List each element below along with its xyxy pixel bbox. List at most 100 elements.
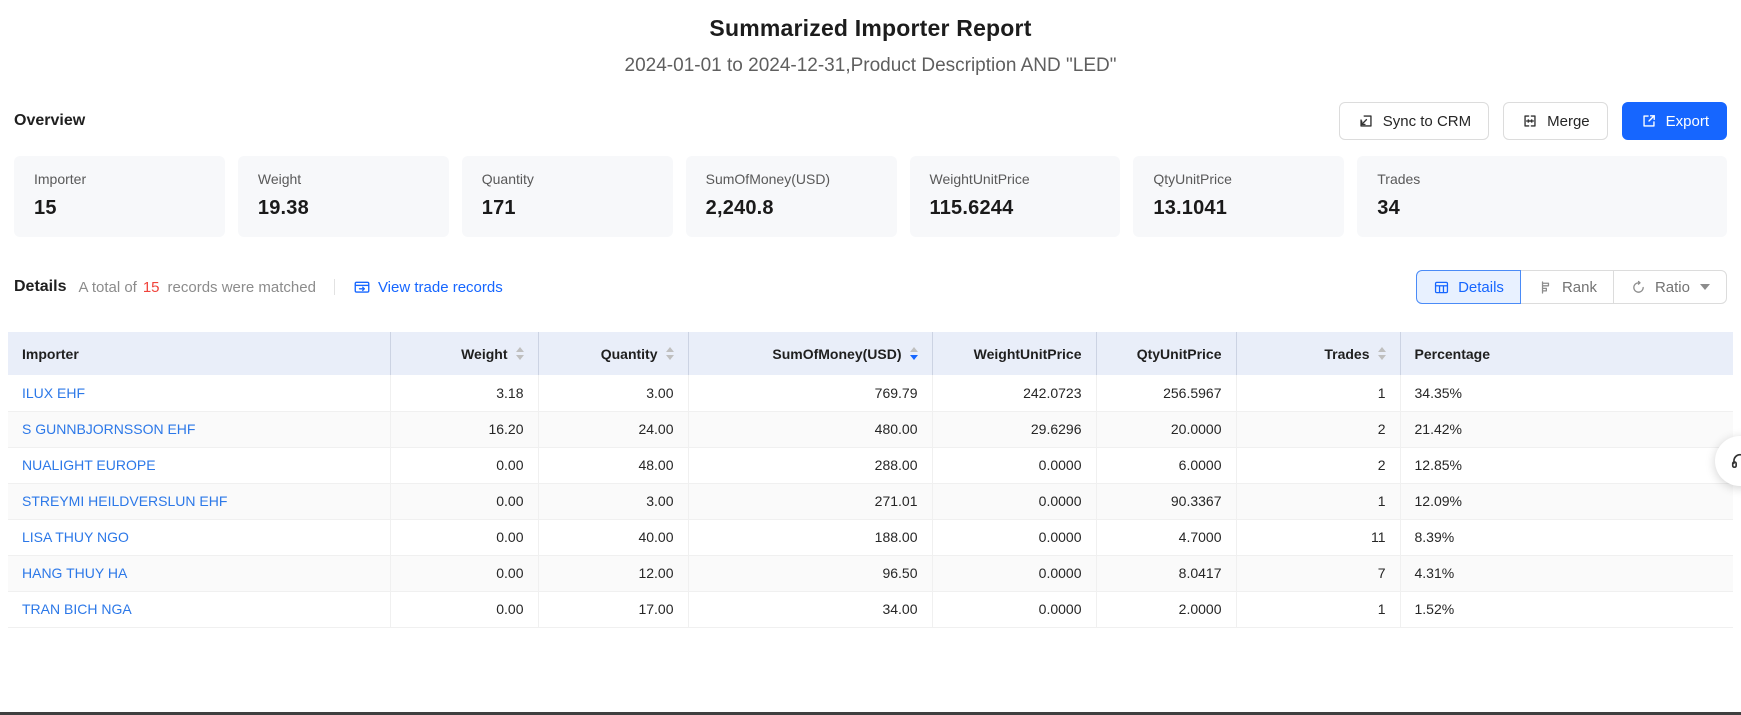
- stat-value: 19.38: [258, 197, 429, 220]
- export-label: Export: [1666, 113, 1709, 130]
- details-title: Details: [14, 278, 66, 296]
- stat-value: 171: [482, 197, 653, 220]
- cell-weightunitprice: 0.0000: [932, 483, 1096, 519]
- merge-button[interactable]: Merge: [1503, 102, 1608, 140]
- tab-label: Rank: [1562, 279, 1597, 296]
- cell-importer: HANG THUY HA: [8, 555, 390, 591]
- column-header-weight[interactable]: Weight: [390, 332, 538, 375]
- cell-percentage: 1.52%: [1400, 591, 1733, 627]
- table-icon: [1433, 279, 1450, 296]
- column-header-sumofmoney-usd[interactable]: SumOfMoney(USD): [688, 332, 932, 375]
- stat-card-trades: Trades34: [1357, 156, 1727, 237]
- column-header-quantity[interactable]: Quantity: [538, 332, 688, 375]
- cell-percentage: 34.35%: [1400, 375, 1733, 411]
- total-suffix: records were matched: [168, 279, 316, 296]
- cell-importer: S GUNNBJORNSSON EHF: [8, 411, 390, 447]
- stat-label: SumOfMoney(USD): [706, 171, 877, 187]
- table-row: LISA THUY NGO0.0040.00188.000.00004.7000…: [8, 519, 1733, 555]
- column-label: Quantity: [601, 346, 658, 362]
- cell-weightunitprice: 0.0000: [932, 555, 1096, 591]
- cell-weight: 0.00: [390, 555, 538, 591]
- cell-percentage: 12.85%: [1400, 447, 1733, 483]
- view-switcher: Details Rank Ratio: [1416, 270, 1727, 304]
- importer-table: ImporterWeightQuantitySumOfMoney(USD)Wei…: [8, 332, 1733, 628]
- importer-link[interactable]: HANG THUY HA: [22, 565, 127, 581]
- cell-importer: TRAN BICH NGA: [8, 591, 390, 627]
- stat-card-weight: Weight19.38: [238, 156, 449, 237]
- stat-card-importer: Importer15: [14, 156, 225, 237]
- tab-ratio[interactable]: Ratio: [1613, 270, 1727, 304]
- cell-qtyunitprice: 256.5967: [1096, 375, 1236, 411]
- cell-trades: 2: [1236, 447, 1400, 483]
- chevron-down-icon: [1700, 284, 1710, 290]
- importer-link[interactable]: STREYMI HEILDVERSLUN EHF: [22, 493, 227, 509]
- cell-weightunitprice: 0.0000: [932, 519, 1096, 555]
- cell-percentage: 21.42%: [1400, 411, 1733, 447]
- cell-importer: NUALIGHT EUROPE: [8, 447, 390, 483]
- tab-label: Details: [1458, 279, 1504, 296]
- column-label: Trades: [1324, 346, 1369, 362]
- table-row: STREYMI HEILDVERSLUN EHF0.003.00271.010.…: [8, 483, 1733, 519]
- rank-icon: [1537, 279, 1554, 296]
- cell-weightunitprice: 242.0723: [932, 375, 1096, 411]
- report-subtitle: 2024-01-01 to 2024-12-31,Product Descrip…: [0, 55, 1741, 77]
- cell-weightunitprice: 0.0000: [932, 447, 1096, 483]
- overview-toolbar: Overview Sync to CRM Merge Export: [0, 102, 1741, 140]
- details-bar: Details A total of 15 records were match…: [0, 270, 1741, 304]
- importer-link[interactable]: S GUNNBJORNSSON EHF: [22, 421, 195, 437]
- cell-importer: LISA THUY NGO: [8, 519, 390, 555]
- importer-link[interactable]: NUALIGHT EUROPE: [22, 457, 156, 473]
- sync-icon: [1357, 112, 1375, 130]
- stat-card-sumofmoney-usd: SumOfMoney(USD) 2,240.8: [686, 156, 897, 237]
- cell-weight: 0.00: [390, 591, 538, 627]
- cell-weight: 3.18: [390, 375, 538, 411]
- cell-qtyunitprice: 4.7000: [1096, 519, 1236, 555]
- column-label: QtyUnitPrice: [1137, 346, 1222, 362]
- cell-percentage: 4.31%: [1400, 555, 1733, 591]
- stat-label: Trades: [1377, 171, 1707, 187]
- sync-to-crm-button[interactable]: Sync to CRM: [1339, 102, 1489, 140]
- tab-details[interactable]: Details: [1416, 270, 1521, 304]
- export-button[interactable]: Export: [1622, 102, 1727, 140]
- toolbar-buttons: Sync to CRM Merge Export: [1339, 102, 1727, 140]
- cell-quantity: 24.00: [538, 411, 688, 447]
- cell-qtyunitprice: 2.0000: [1096, 591, 1236, 627]
- sort-icon: [910, 347, 918, 360]
- column-header-qtyunitprice: QtyUnitPrice: [1096, 332, 1236, 375]
- importer-link[interactable]: ILUX EHF: [22, 385, 85, 401]
- view-trade-records-link[interactable]: View trade records: [353, 278, 503, 296]
- headset-icon: [1729, 450, 1741, 472]
- cell-trades: 1: [1236, 483, 1400, 519]
- total-prefix: A total of: [78, 279, 136, 296]
- sort-icon: [666, 347, 674, 360]
- trade-records-icon: [353, 278, 371, 296]
- sort-icon: [516, 347, 524, 360]
- cell-qtyunitprice: 20.0000: [1096, 411, 1236, 447]
- stat-label: WeightUnitPrice: [930, 171, 1101, 187]
- tab-label: Ratio: [1655, 279, 1690, 296]
- stat-value: 13.1041: [1153, 197, 1324, 220]
- stat-value: 115.6244: [930, 197, 1101, 220]
- stat-value: 2,240.8: [706, 197, 877, 220]
- cell-quantity: 3.00: [538, 483, 688, 519]
- cell-sumofmoney-usd: 480.00: [688, 411, 932, 447]
- tab-rank[interactable]: Rank: [1520, 270, 1614, 304]
- ratio-icon: [1630, 279, 1647, 296]
- export-icon: [1640, 112, 1658, 130]
- cell-sumofmoney-usd: 288.00: [688, 447, 932, 483]
- cell-qtyunitprice: 6.0000: [1096, 447, 1236, 483]
- stat-card-weightunitprice: WeightUnitPrice 115.6244: [910, 156, 1121, 237]
- table-wrap: ImporterWeightQuantitySumOfMoney(USD)Wei…: [0, 332, 1741, 628]
- stats-row: Importer15Weight19.38Quantity171SumOfMon…: [0, 156, 1741, 237]
- importer-link[interactable]: LISA THUY NGO: [22, 529, 129, 545]
- importer-link[interactable]: TRAN BICH NGA: [22, 601, 132, 617]
- report-header: Summarized Importer Report 2024-01-01 to…: [0, 0, 1741, 77]
- overview-title: Overview: [14, 112, 85, 130]
- column-header-percentage: Percentage: [1400, 332, 1733, 375]
- cell-trades: 11: [1236, 519, 1400, 555]
- table-row: ILUX EHF3.183.00769.79242.0723256.596713…: [8, 375, 1733, 411]
- cell-trades: 2: [1236, 411, 1400, 447]
- stat-value: 15: [34, 197, 205, 220]
- sort-icon: [1378, 347, 1386, 360]
- column-header-trades[interactable]: Trades: [1236, 332, 1400, 375]
